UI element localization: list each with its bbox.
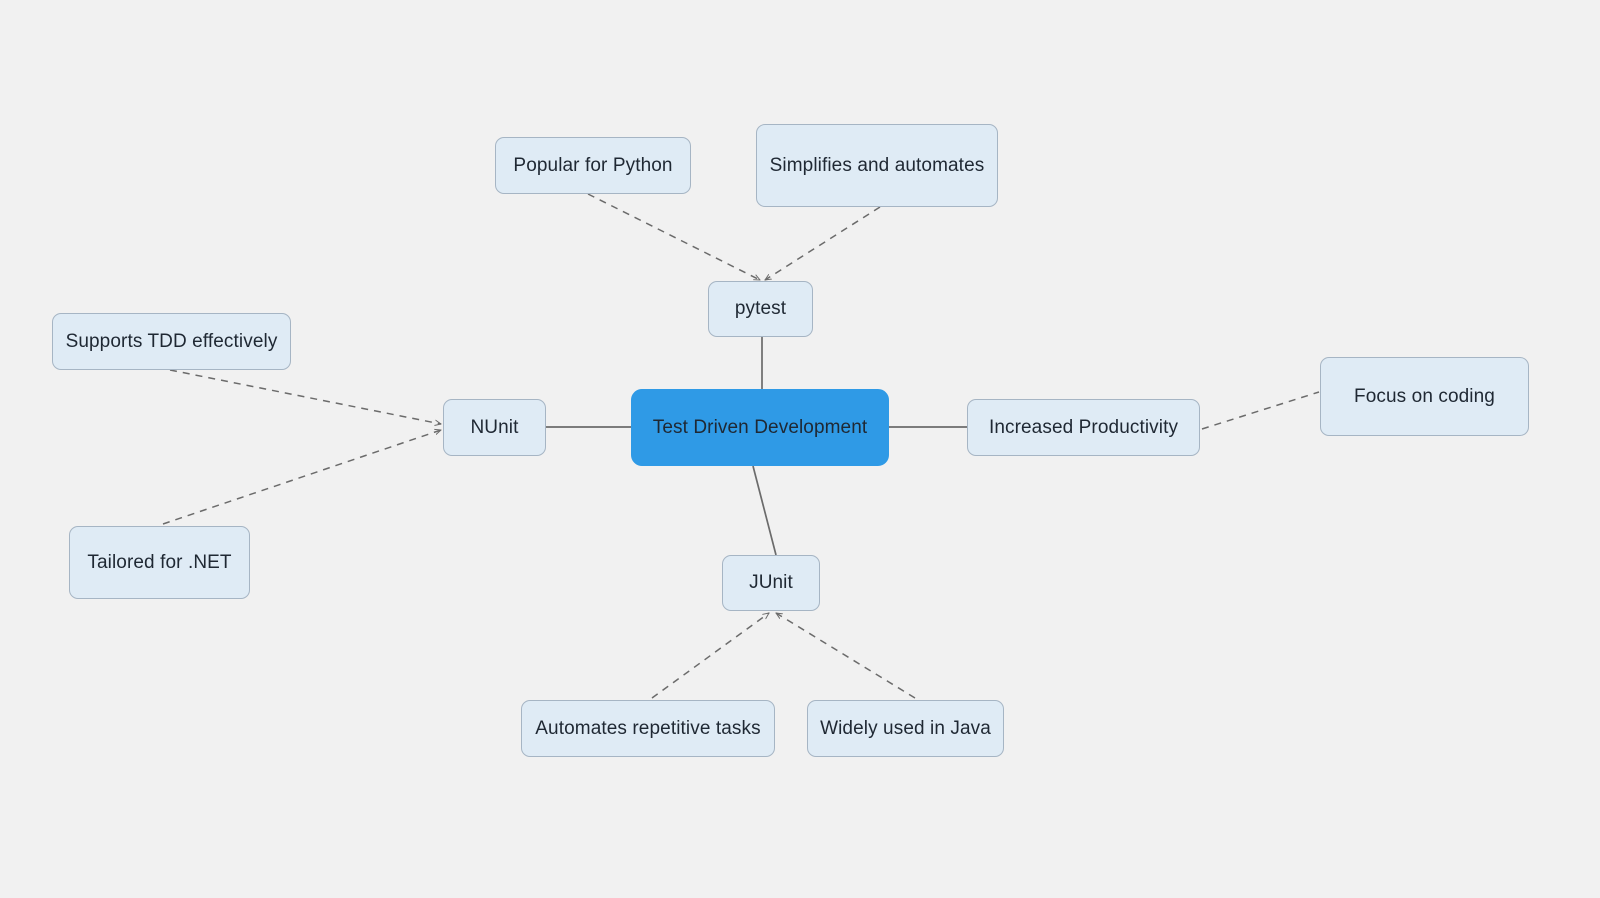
node-productivity[interactable]: Increased Productivity [967,399,1200,456]
edge-nunit-supports-tdd [169,369,441,424]
node-tailored-net[interactable]: Tailored for .NET [69,526,250,599]
node-label: Test Driven Development [652,416,868,438]
mindmap-canvas: Test Driven Development pytest NUnit JUnit I… [0,0,1600,898]
node-label: JUnit [749,572,793,593]
node-label: Simplifies and automates [769,154,985,176]
node-popular-python[interactable]: Popular for Python [495,137,691,194]
edge-pytest-simplifies [765,206,881,280]
node-label: NUnit [470,416,519,438]
node-focus-coding[interactable]: Focus on coding [1320,357,1529,436]
node-label: Popular for Python [513,154,673,176]
node-nunit[interactable]: NUnit [443,399,546,456]
node-label: Supports TDD effectively [65,330,278,352]
node-junit[interactable]: JUnit [722,555,820,611]
node-label: Focus on coding [1354,385,1495,407]
edge-nunit-tailored-net [162,430,441,525]
edge-junit-widely-java [776,612,916,699]
node-pytest[interactable]: pytest [708,281,813,337]
node-label: Automates repetitive tasks [535,717,761,739]
edge-root-junit [752,465,777,556]
node-label: Tailored for .NET [87,551,232,573]
node-simplifies-automates[interactable]: Simplifies and automates [756,124,998,207]
node-widely-java[interactable]: Widely used in Java [807,700,1004,757]
node-label: Widely used in Java [820,717,991,739]
node-root[interactable]: Test Driven Development [631,389,889,466]
node-label: pytest [734,298,787,319]
node-supports-tdd[interactable]: Supports TDD effectively [52,313,291,370]
edge-pytest-popular-python [587,193,760,281]
edge-junit-automates [651,613,769,699]
node-automates-repetitive[interactable]: Automates repetitive tasks [521,700,775,757]
node-label: Increased Productivity [988,416,1179,438]
edge-productivity-focus-coding [1201,391,1320,430]
